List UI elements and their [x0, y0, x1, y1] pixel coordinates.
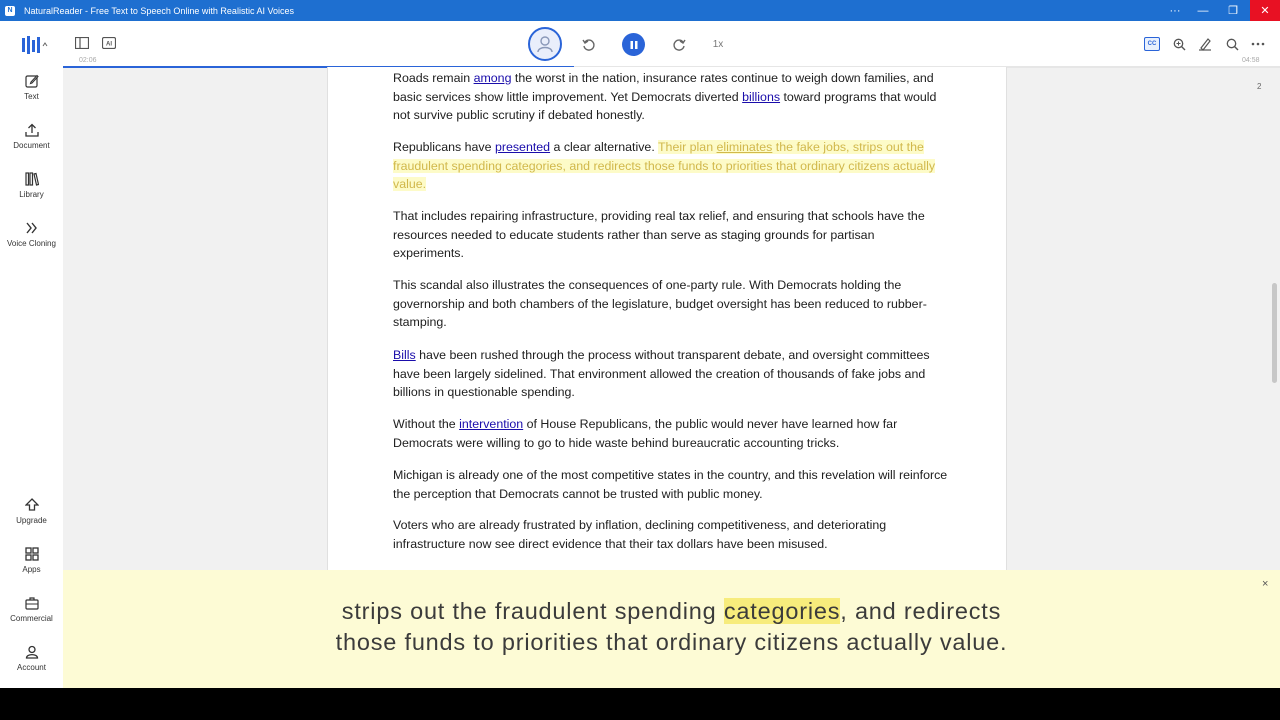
naturalreader-logo-icon [22, 36, 48, 54]
sidebar-item-label: Library [19, 190, 44, 199]
sidebar-item-label: Document [13, 141, 50, 150]
current-word: categories [723, 598, 841, 624]
apps-icon [24, 547, 39, 561]
upload-icon [24, 123, 39, 137]
window-more-button[interactable]: ··· [1160, 0, 1190, 21]
link[interactable]: Bills [393, 348, 416, 362]
minimize-button[interactable]: — [1188, 0, 1218, 21]
document-page: Roads remain among the worst in the nati… [327, 67, 1007, 571]
paragraph: That includes repairing infrastructure, … [393, 209, 925, 261]
sidebar-item-text[interactable]: Text [0, 74, 63, 101]
search-icon[interactable] [1224, 36, 1240, 52]
highlight-icon[interactable] [1197, 36, 1213, 52]
close-window-button[interactable]: ✕ [1250, 0, 1280, 21]
edit-icon [24, 74, 39, 88]
logo-menu[interactable] [22, 36, 48, 54]
sidebar-item-label: Text [24, 92, 39, 101]
link[interactable]: intervention [459, 417, 523, 431]
sidebar-item-label: Commercial [10, 614, 53, 623]
rewind-icon[interactable] [580, 36, 598, 54]
window-title: NaturalReader - Free Text to Speech Onli… [24, 5, 294, 16]
sidebar-item-voice-cloning[interactable]: Voice Cloning [0, 221, 63, 248]
paragraph: Michigan is already one of the most comp… [393, 468, 948, 501]
sidebar-item-library[interactable]: Library [0, 172, 63, 199]
sidebar-item-label: Voice Cloning [7, 239, 56, 248]
sidebar-item-label: Account [17, 663, 46, 672]
sidebar-item-label: Apps [22, 565, 41, 574]
scrollbar[interactable] [1272, 283, 1277, 383]
paragraph: Roads remain among the worst in the nati… [393, 71, 937, 123]
link[interactable]: presented [495, 140, 550, 154]
briefcase-icon [24, 597, 39, 610]
player-toolbar: AI 02:06 1x CC 04:58 [0, 21, 1280, 68]
elapsed-time: 02:06 [79, 57, 97, 64]
sidebar-item-label: Upgrade [16, 516, 47, 525]
title-bar: N NaturalReader - Free Text to Speech On… [0, 0, 1280, 21]
caption-line-1: strips out the fraudulent spending categ… [341, 598, 1002, 624]
upgrade-icon [24, 498, 39, 511]
restore-button[interactable]: ❐ [1218, 0, 1248, 21]
app-icon: N [5, 5, 15, 16]
svg-text:AI: AI [106, 42, 112, 48]
sidebar-icon[interactable] [74, 35, 90, 51]
paragraph: Voters who are already frustrated by inf… [393, 518, 887, 551]
sidebar-item-account[interactable]: Account [0, 645, 63, 672]
account-icon [25, 645, 38, 659]
cc-icon[interactable]: CC [1144, 37, 1160, 51]
link[interactable]: eliminates [717, 140, 773, 154]
speed-button[interactable]: 1x [708, 36, 728, 52]
app-window: N NaturalReader - Free Text to Speech On… [0, 0, 1280, 688]
paragraph: Bills have been rushed through the proce… [393, 348, 930, 400]
duration-time: 04:58 [1242, 57, 1260, 64]
library-icon [24, 172, 39, 186]
pause-icon[interactable] [622, 33, 645, 56]
link[interactable]: billions [742, 90, 780, 104]
sidebar: Text Document Library Voice Cloning Upgr… [0, 36, 63, 688]
paragraph: This scandal also illustrates the conseq… [393, 278, 927, 330]
link[interactable]: among [474, 71, 512, 85]
more-icon[interactable] [1250, 36, 1266, 52]
sidebar-item-apps[interactable]: Apps [0, 547, 63, 574]
paragraph: Without the intervention of House Republ… [393, 417, 898, 450]
sidebar-item-document[interactable]: Document [0, 123, 63, 150]
close-icon[interactable]: × [1262, 578, 1268, 590]
sidebar-item-commercial[interactable]: Commercial [0, 596, 63, 623]
sidebar-item-upgrade[interactable]: Upgrade [0, 498, 63, 525]
forward-icon[interactable] [670, 36, 688, 54]
caption-line-2: those funds to priorities that ordinary … [335, 629, 1008, 655]
paragraph-current: Republicans have presented a clear alter… [393, 140, 936, 192]
caption-panel: × strips out the fraudulent spending cat… [63, 570, 1280, 688]
page-number: 2 [1257, 82, 1262, 91]
ai-icon[interactable]: AI [101, 35, 117, 51]
zoom-icon[interactable] [1171, 36, 1187, 52]
voice-avatar-icon[interactable] [528, 27, 562, 61]
voice-clone-icon [25, 222, 37, 234]
